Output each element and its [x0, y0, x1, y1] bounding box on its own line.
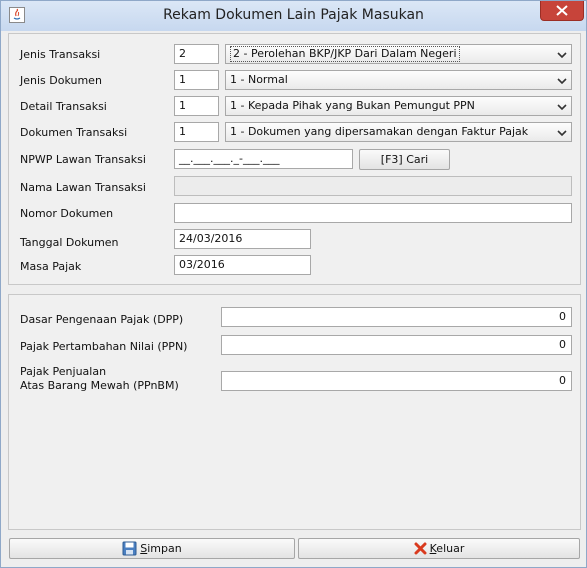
- ppn-field[interactable]: 0: [221, 335, 572, 355]
- title-bar[interactable]: Rekam Dokumen Lain Pajak Masukan: [1, 1, 586, 31]
- amounts-panel: Dasar Pengenaan Pajak (DPP) 0 Pajak Pert…: [8, 294, 581, 530]
- document-form-panel: Jenis Transaksi 2 2 - Perolehan BKP/JKP …: [8, 33, 581, 285]
- dokumen-transaksi-label: Dokumen Transaksi: [20, 126, 128, 139]
- dialog-window: Rekam Dokumen Lain Pajak Masukan Jenis T…: [0, 0, 587, 568]
- nama-lawan-field[interactable]: [174, 176, 572, 196]
- ppnbm-field[interactable]: 0: [221, 371, 572, 391]
- close-icon: [556, 5, 568, 16]
- nomor-dokumen-label: Nomor Dokumen: [20, 207, 114, 220]
- detail-transaksi-selected: 1 - Kepada Pihak yang Bukan Pemungut PPN: [230, 99, 475, 112]
- jenis-dokumen-label: Jenis Dokumen: [20, 74, 102, 87]
- tanggal-dokumen-field[interactable]: 24/03/2016: [174, 229, 311, 249]
- simpan-button[interactable]: Simpan: [9, 538, 295, 559]
- detail-transaksi-select[interactable]: 1 - Kepada Pihak yang Bukan Pemungut PPN: [225, 96, 572, 116]
- dokumen-transaksi-code-field[interactable]: 1: [174, 122, 219, 142]
- dpp-label: Dasar Pengenaan Pajak (DPP): [20, 313, 184, 326]
- jenis-transaksi-selected: 2 - Perolehan BKP/JKP Dari Dalam Negeri: [230, 46, 460, 62]
- ppnbm-label-line1: Pajak Penjualan: [20, 365, 107, 378]
- cari-button[interactable]: [F3] Cari: [359, 149, 450, 170]
- simpan-label: Simpan: [140, 542, 181, 555]
- keluar-label: Keluar: [430, 542, 465, 555]
- dokumen-transaksi-selected: 1 - Dokumen yang dipersamakan dengan Fak…: [230, 125, 529, 138]
- simpan-label-rest: impan: [147, 542, 182, 555]
- keluar-button[interactable]: Keluar: [298, 538, 580, 559]
- jenis-transaksi-select[interactable]: 2 - Perolehan BKP/JKP Dari Dalam Negeri: [225, 44, 572, 64]
- close-icon: [414, 542, 427, 555]
- jenis-transaksi-label: Jenis Transaksi: [20, 48, 101, 61]
- ppnbm-label-line2: Atas Barang Mewah (PPnBM): [20, 379, 179, 392]
- jenis-dokumen-code-field[interactable]: 1: [174, 70, 219, 90]
- npwp-field[interactable]: __.___.___._-___.___: [174, 149, 353, 169]
- jenis-transaksi-code-field[interactable]: 2: [174, 44, 219, 64]
- masa-pajak-label: Masa Pajak: [20, 260, 82, 273]
- close-button[interactable]: [540, 1, 584, 21]
- ppn-label: Pajak Pertambahan Nilai (PPN): [20, 340, 188, 353]
- dokumen-transaksi-select[interactable]: 1 - Dokumen yang dipersamakan dengan Fak…: [225, 122, 572, 142]
- nama-lawan-label: Nama Lawan Transaksi: [20, 181, 146, 194]
- detail-transaksi-label: Detail Transaksi: [20, 100, 107, 113]
- jenis-dokumen-select[interactable]: 1 - Normal: [225, 70, 572, 90]
- window-title: Rekam Dokumen Lain Pajak Masukan: [163, 7, 424, 23]
- tanggal-dokumen-label: Tanggal Dokumen: [20, 236, 119, 249]
- dpp-field[interactable]: 0: [221, 307, 572, 327]
- npwp-label: NPWP Lawan Transaksi: [20, 153, 146, 166]
- nomor-dokumen-field[interactable]: [174, 203, 572, 223]
- masa-pajak-field[interactable]: 03/2016: [174, 255, 311, 275]
- jenis-dokumen-selected: 1 - Normal: [230, 73, 288, 86]
- save-icon: [122, 541, 137, 556]
- chevron-down-icon: [557, 130, 567, 137]
- chevron-down-icon: [557, 104, 567, 111]
- detail-transaksi-code-field[interactable]: 1: [174, 96, 219, 116]
- chevron-down-icon: [557, 78, 567, 85]
- keluar-label-rest: eluar: [436, 542, 465, 555]
- chevron-down-icon: [557, 52, 567, 59]
